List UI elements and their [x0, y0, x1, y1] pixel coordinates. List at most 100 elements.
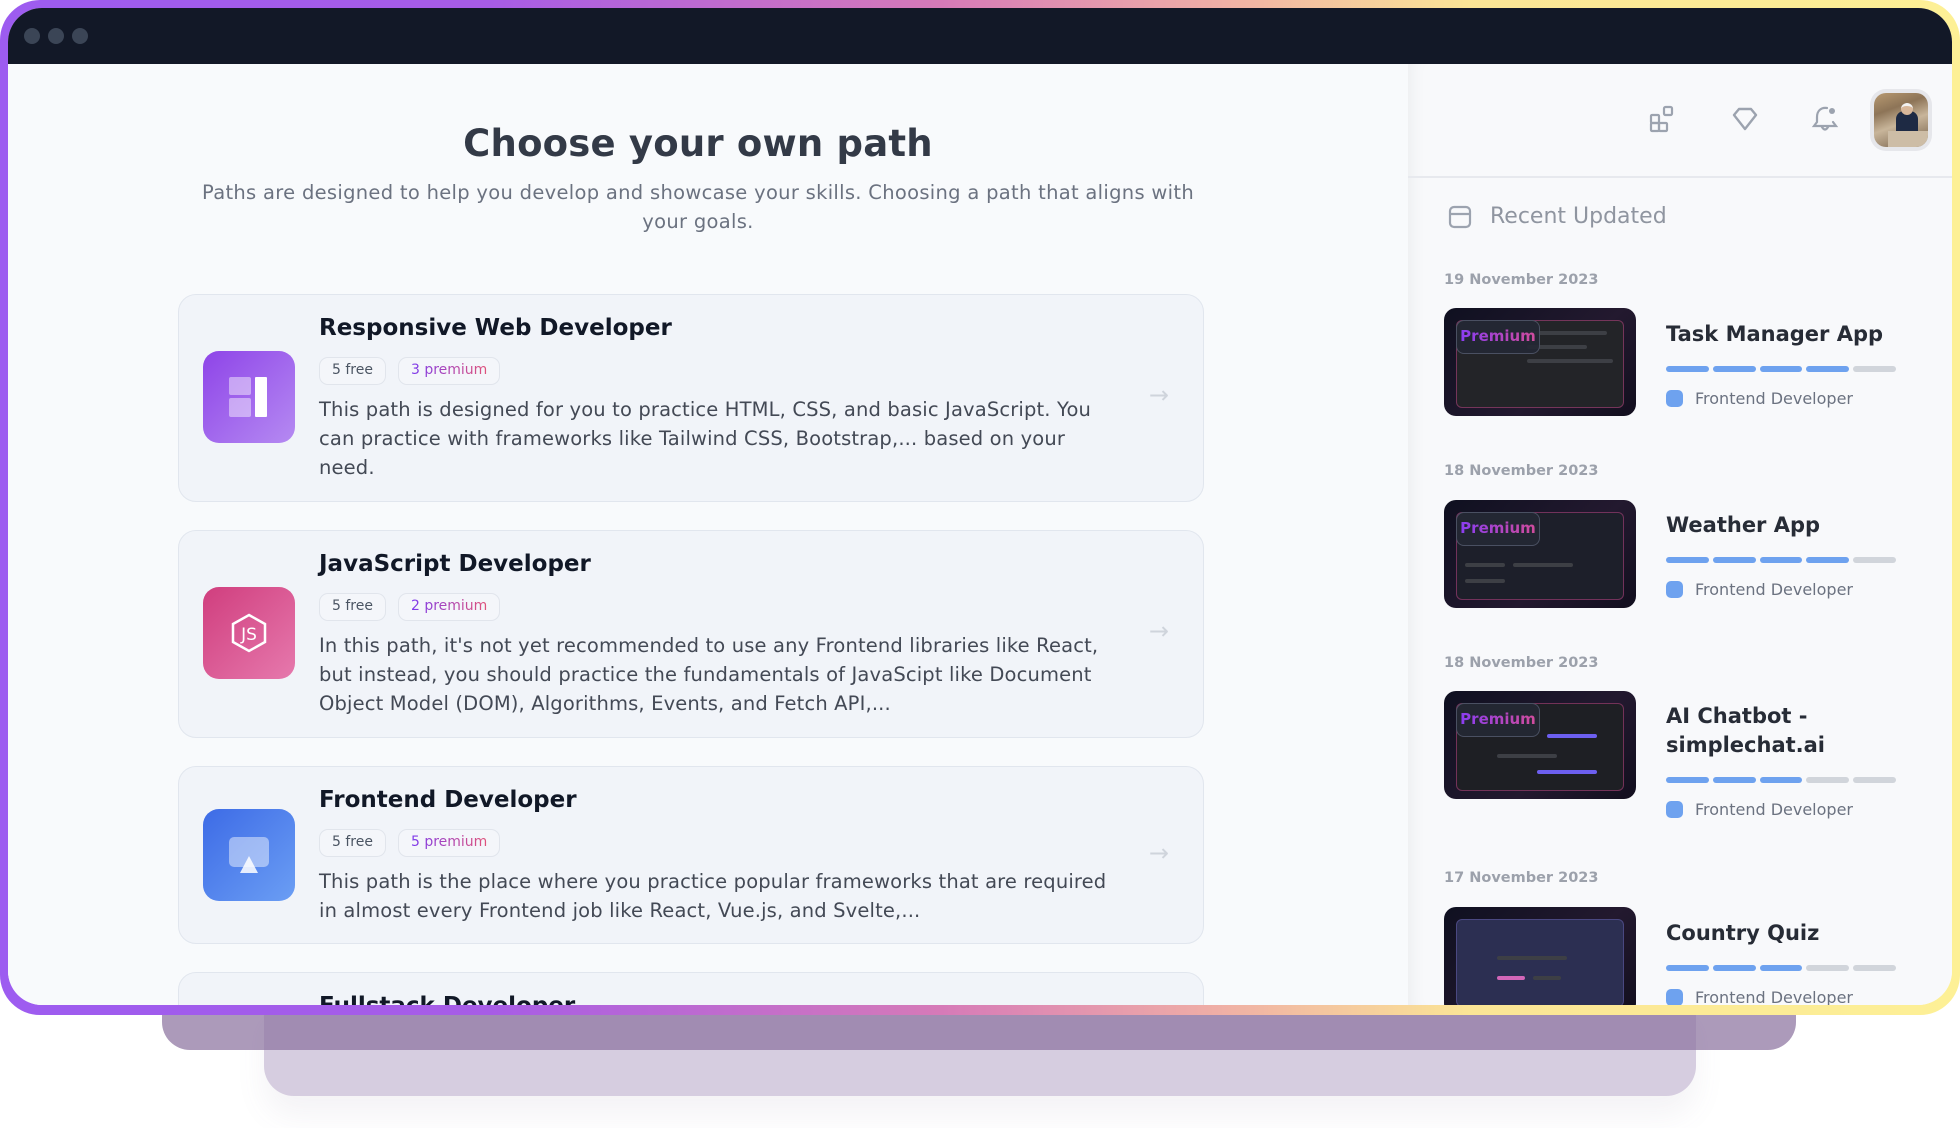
path-badges: 5 free 3 premium — [319, 357, 501, 385]
project-thumbnail[interactable]: Premium — [1444, 691, 1636, 799]
avatar-photo — [1874, 93, 1928, 147]
premium-count-label: 3 premium — [410, 362, 488, 378]
path-badges: 5 free 2 premium — [319, 593, 501, 621]
item-date: 18 November 2023 — [1444, 655, 1599, 671]
preview-line — [1537, 770, 1597, 774]
project-thumbnail[interactable]: Premium — [1444, 500, 1636, 608]
path-card-frontend[interactable]: Frontend Developer 5 free 5 premium This… — [178, 766, 1204, 944]
preview-line — [1497, 754, 1557, 758]
progress-segment-complete — [1666, 557, 1709, 563]
tag-color-icon — [1666, 801, 1683, 818]
tag-label: Frontend Developer — [1695, 580, 1853, 599]
tag-color-icon — [1666, 989, 1683, 1005]
item-title[interactable]: Task Manager App — [1666, 320, 1906, 349]
svg-text:JS: JS — [240, 625, 257, 645]
item-date: 18 November 2023 — [1444, 463, 1599, 479]
preview-line — [1465, 563, 1505, 567]
premium-count-badge: 5 premium — [397, 829, 501, 857]
javascript-icon: JS — [203, 587, 295, 679]
arrow-right-icon[interactable]: → — [1149, 839, 1169, 867]
free-count-badge: 5 free — [319, 357, 386, 385]
item-title[interactable]: Weather App — [1666, 511, 1906, 540]
path-title: JavaScript Developer — [319, 551, 591, 577]
path-description: This path is designed for you to practic… — [319, 398, 1092, 479]
item-date: 17 November 2023 — [1444, 870, 1599, 886]
bell-notification-icon[interactable] — [1810, 104, 1840, 134]
avatar-head — [1901, 103, 1913, 115]
item-tag: Frontend Developer — [1666, 800, 1853, 819]
path-title: Frontend Developer — [319, 787, 577, 813]
progress-segment-incomplete — [1853, 777, 1896, 783]
progress-segment-complete — [1712, 366, 1756, 372]
premium-count-badge: 2 premium — [397, 593, 501, 621]
progress-segment-complete — [1712, 557, 1756, 563]
premium-badge: Premium — [1456, 512, 1540, 546]
premium-count-badge: 3 premium — [397, 357, 501, 385]
premium-label: Premium — [1460, 710, 1536, 728]
progress-bar — [1666, 557, 1896, 563]
premium-label: Premium — [1460, 519, 1536, 537]
app-window: Choose your own path Paths are designed … — [8, 8, 1952, 1005]
preview-line — [1465, 579, 1505, 583]
sidebar-topbar — [1408, 64, 1952, 178]
premium-count-label: 2 premium — [410, 598, 488, 614]
tag-label: Frontend Developer — [1695, 389, 1853, 408]
item-title[interactable]: Country Quiz — [1666, 919, 1906, 948]
path-description: This path is the place where you practic… — [319, 870, 1107, 922]
preview-line — [1533, 976, 1561, 980]
progress-bar — [1666, 777, 1896, 783]
preview-line — [1547, 734, 1597, 738]
free-count-badge: 5 free — [319, 829, 386, 857]
path-title: Fullstack Developer — [319, 993, 575, 1005]
window-minimize-button[interactable] — [48, 28, 64, 44]
progress-segment-incomplete — [1806, 777, 1850, 783]
progress-segment-complete — [1759, 366, 1803, 372]
progress-segment-complete — [1666, 366, 1709, 372]
item-tag: Frontend Developer — [1666, 580, 1853, 599]
right-sidebar: Recent Updated 19 November 2023 Premium … — [1408, 64, 1952, 1005]
path-badges: 5 free 5 premium — [319, 829, 501, 857]
widgets-icon[interactable] — [1648, 104, 1678, 134]
premium-badge: Premium — [1456, 320, 1540, 354]
progress-bar — [1666, 965, 1896, 971]
diamond-icon[interactable] — [1730, 104, 1760, 134]
progress-segment-incomplete — [1806, 965, 1850, 971]
window-close-button[interactable] — [24, 28, 40, 44]
progress-bar — [1666, 366, 1896, 372]
item-tag: Frontend Developer — [1666, 389, 1853, 408]
arrow-right-icon[interactable]: → — [1149, 381, 1169, 409]
tag-color-icon — [1666, 581, 1683, 598]
project-thumbnail[interactable]: Premium — [1444, 308, 1636, 416]
progress-segment-complete — [1712, 965, 1756, 971]
window-titlebar — [8, 8, 1952, 64]
path-description: In this path, it's not yet recommended t… — [319, 634, 1099, 715]
path-card-fullstack[interactable]: Fullstack Developer — [178, 972, 1204, 1005]
path-card-responsive-web[interactable]: Responsive Web Developer 5 free 3 premiu… — [178, 294, 1204, 502]
path-title: Responsive Web Developer — [319, 315, 672, 341]
avatar-table — [1888, 131, 1928, 147]
project-thumbnail[interactable] — [1444, 907, 1636, 1005]
thumbnail-preview — [1456, 919, 1624, 1005]
path-card-javascript[interactable]: JS JavaScript Developer 5 free 2 premium… — [178, 530, 1204, 738]
preview-line — [1513, 563, 1573, 567]
recent-updated-header: Recent Updated — [1448, 204, 1667, 229]
progress-segment-complete — [1759, 777, 1803, 783]
main-content: Choose your own path Paths are designed … — [8, 64, 1408, 1005]
calendar-icon — [1448, 205, 1472, 228]
premium-label: Premium — [1460, 327, 1536, 345]
tag-label: Frontend Developer — [1695, 988, 1853, 1005]
item-title[interactable]: AI Chatbot - simplechat.ai — [1666, 702, 1906, 760]
layout-icon — [203, 351, 295, 443]
arrow-right-icon[interactable]: → — [1149, 617, 1169, 645]
monitor-icon — [203, 809, 295, 901]
tag-color-icon — [1666, 390, 1683, 407]
page-subtitle: Paths are designed to help you develop a… — [202, 181, 1194, 233]
item-date: 19 November 2023 — [1444, 272, 1599, 288]
user-avatar[interactable] — [1870, 89, 1932, 151]
page-title: Choose your own path — [463, 122, 933, 165]
preview-line — [1527, 359, 1613, 363]
progress-segment-complete — [1666, 777, 1709, 783]
progress-segment-complete — [1666, 965, 1709, 971]
progress-segment-complete — [1759, 965, 1803, 971]
window-maximize-button[interactable] — [72, 28, 88, 44]
